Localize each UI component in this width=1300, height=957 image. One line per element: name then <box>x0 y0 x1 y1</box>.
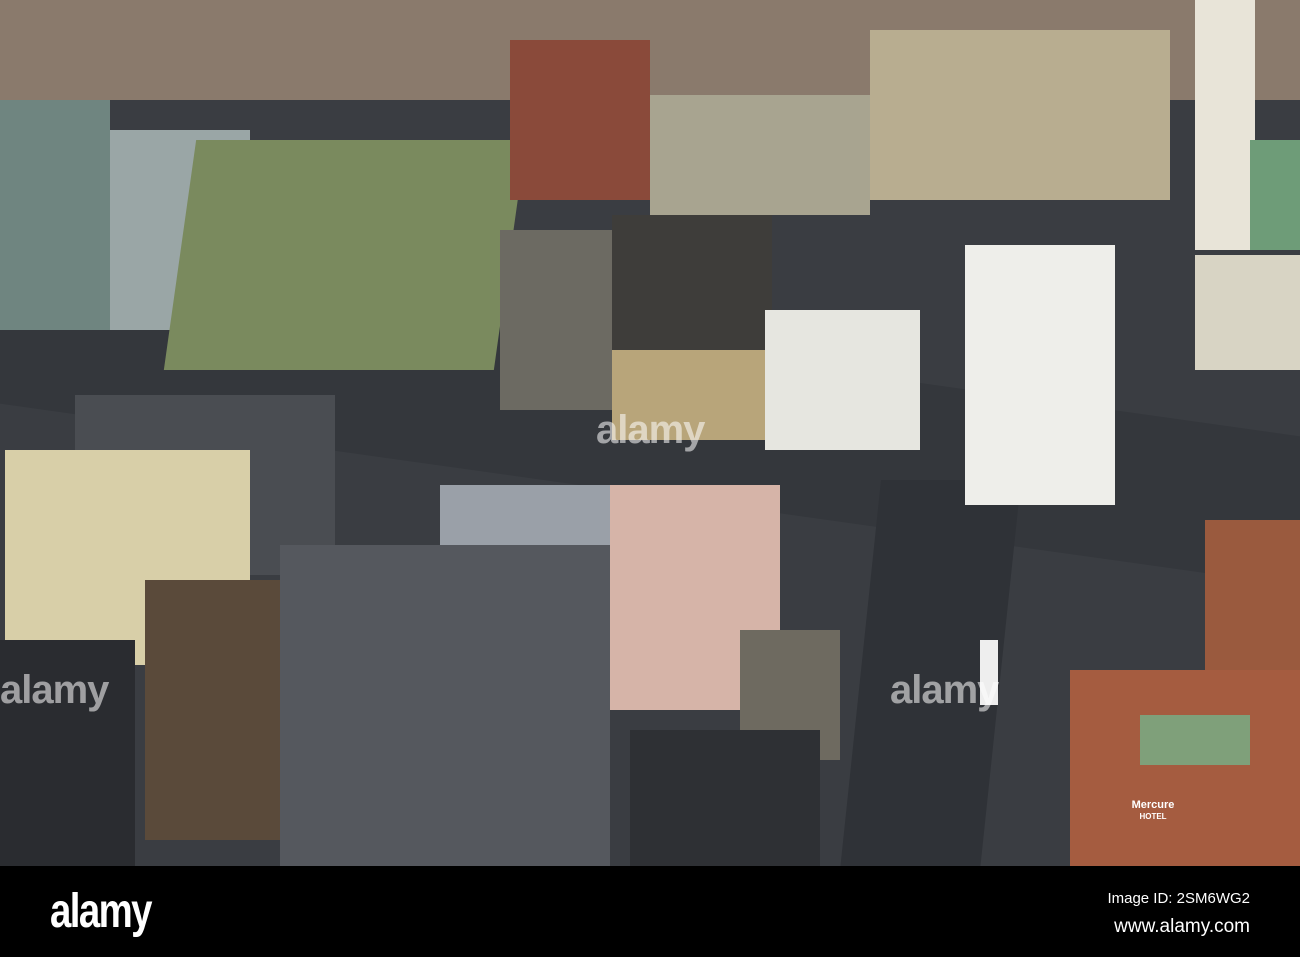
white-office-building <box>765 310 920 450</box>
hotel-sign-sub: HOTEL <box>1139 812 1167 821</box>
buildings <box>870 30 1170 200</box>
construction-site <box>500 230 620 410</box>
hotel-sign-brand: Mercure <box>1131 799 1175 811</box>
building <box>0 100 110 330</box>
mercure-hotel <box>1070 670 1300 866</box>
watermark: alamy <box>596 408 705 452</box>
building <box>650 95 870 215</box>
church-tower <box>1195 0 1255 250</box>
alamy-logo[interactable]: alamy <box>50 884 152 939</box>
watermark: alamy <box>890 668 999 712</box>
image-id: Image ID: 2SM6WG2 <box>1107 890 1250 907</box>
building-block <box>280 545 610 866</box>
hotel-green-roof <box>1140 715 1250 765</box>
footer-bar: alamy Image ID: 2SM6WG2 www.alamy.com <box>0 866 1300 957</box>
aerial-photo: Mercure HOTEL alamy alamy alamy <box>0 0 1300 866</box>
hotel-sign: Mercure HOTEL <box>1118 800 1188 822</box>
trees <box>145 580 295 840</box>
brick-building <box>510 40 650 200</box>
church-roof <box>1250 140 1300 250</box>
parking-lot <box>630 730 820 866</box>
building <box>1195 255 1300 370</box>
watermark: alamy <box>0 668 109 712</box>
green-roof-building <box>163 140 527 370</box>
website-link[interactable]: www.alamy.com <box>1114 916 1250 938</box>
white-hotel-building <box>965 245 1115 505</box>
